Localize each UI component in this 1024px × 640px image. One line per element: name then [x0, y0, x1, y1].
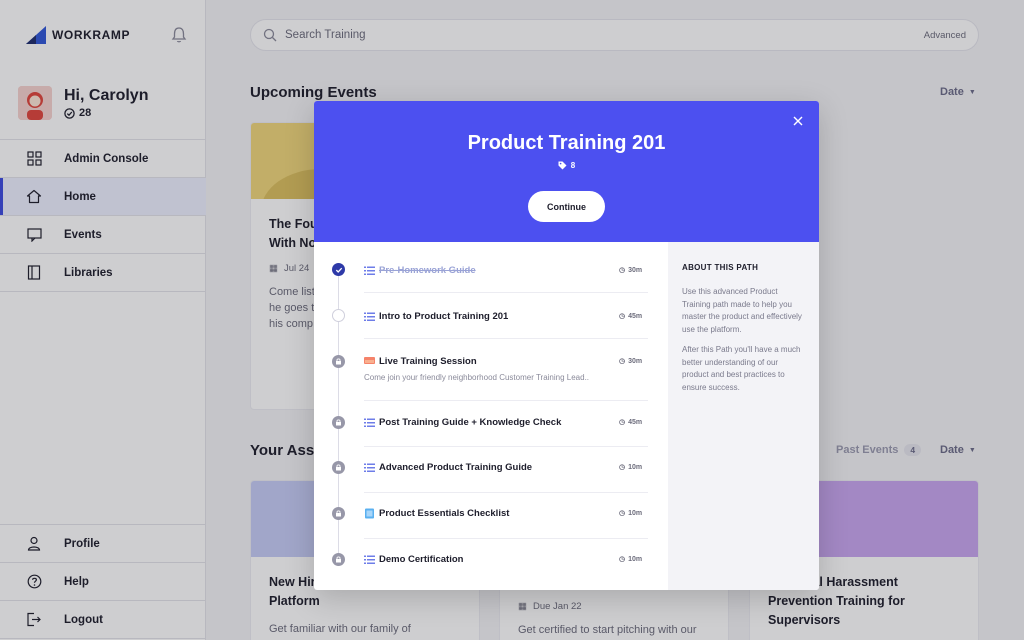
clock-icon: ◷ — [619, 556, 626, 563]
lock-icon — [332, 507, 345, 520]
clock-icon: ◷ — [619, 419, 626, 426]
modal-tag-count: 8 — [314, 161, 819, 170]
checklist-icon — [365, 508, 374, 519]
step-title: Advanced Product Training Guide — [379, 462, 533, 473]
step-duration: ◷ 30m — [619, 357, 643, 366]
path-step[interactable]: Advanced Product Training Guide ◷ 10m — [314, 446, 668, 493]
step-duration: ◷ 45m — [619, 418, 643, 427]
path-step[interactable]: Post Training Guide + Knowledge Check ◷ 4… — [314, 400, 668, 447]
learning-path-modal: Product Training 201 8 Continue Pre-Home… — [314, 101, 819, 590]
about-path-paragraph: Use this advanced Product Training path … — [682, 287, 802, 334]
step-title: Live Training Session — [379, 356, 477, 367]
guide-icon — [364, 418, 375, 427]
guide-icon — [364, 463, 375, 472]
step-duration: ◷ 45m — [619, 312, 643, 321]
step-description: Come join your friendly neighborhood Cus… — [364, 373, 590, 382]
clock-icon: ◷ — [619, 464, 626, 471]
path-step[interactable]: Demo Certification ◷ 10m — [314, 538, 668, 584]
step-title: Post Training Guide + Knowledge Check — [379, 417, 562, 428]
step-incomplete-icon — [332, 309, 345, 322]
step-title: Demo Certification — [379, 554, 464, 565]
path-step[interactable]: Intro to Product Training 201 ◷ 45m — [314, 292, 668, 339]
continue-button[interactable]: Continue — [528, 191, 605, 222]
step-complete-icon — [332, 263, 345, 276]
path-step[interactable]: Live Training Session Come join your fri… — [314, 338, 668, 401]
step-duration: ◷ 10m — [619, 555, 643, 564]
about-path-panel: ABOUT THIS PATH Use this advanced Produc… — [668, 242, 819, 590]
step-duration: ◷ 10m — [619, 463, 643, 472]
clock-icon: ◷ — [619, 510, 626, 517]
guide-icon — [364, 555, 375, 564]
clock-icon: ◷ — [619, 313, 626, 320]
step-title: Intro to Product Training 201 — [379, 311, 509, 322]
close-icon[interactable] — [791, 114, 805, 128]
path-steps-list: Pre-Homework Guide ◷ 30m Intro to Product… — [314, 242, 668, 590]
path-step[interactable]: Pre-Homework Guide ◷ 30m — [314, 242, 668, 293]
about-path-title: ABOUT THIS PATH — [682, 263, 759, 272]
modal-content: Pre-Homework Guide ◷ 30m Intro to Product… — [314, 242, 819, 590]
modal-title: Product Training 201 — [467, 132, 666, 154]
step-duration: ◷ 30m — [619, 266, 643, 275]
path-step[interactable]: Product Essentials Checklist ◷ 10m — [314, 492, 668, 539]
live-event-icon — [364, 357, 375, 364]
lock-icon — [332, 416, 345, 429]
lock-icon — [332, 553, 345, 566]
lock-icon — [332, 461, 345, 474]
guide-icon — [364, 266, 375, 275]
step-title: Product Essentials Checklist — [379, 508, 510, 519]
guide-icon — [364, 312, 375, 321]
about-path-paragraph: After this Path you'll have a much bette… — [682, 345, 801, 392]
lock-icon — [332, 355, 345, 368]
tag-icon — [558, 161, 567, 170]
clock-icon: ◷ — [619, 358, 626, 365]
modal-header: Product Training 201 8 Continue — [314, 101, 819, 242]
clock-icon: ◷ — [619, 267, 626, 274]
step-title: Pre-Homework Guide — [379, 265, 476, 276]
step-duration: ◷ 10m — [619, 509, 643, 518]
